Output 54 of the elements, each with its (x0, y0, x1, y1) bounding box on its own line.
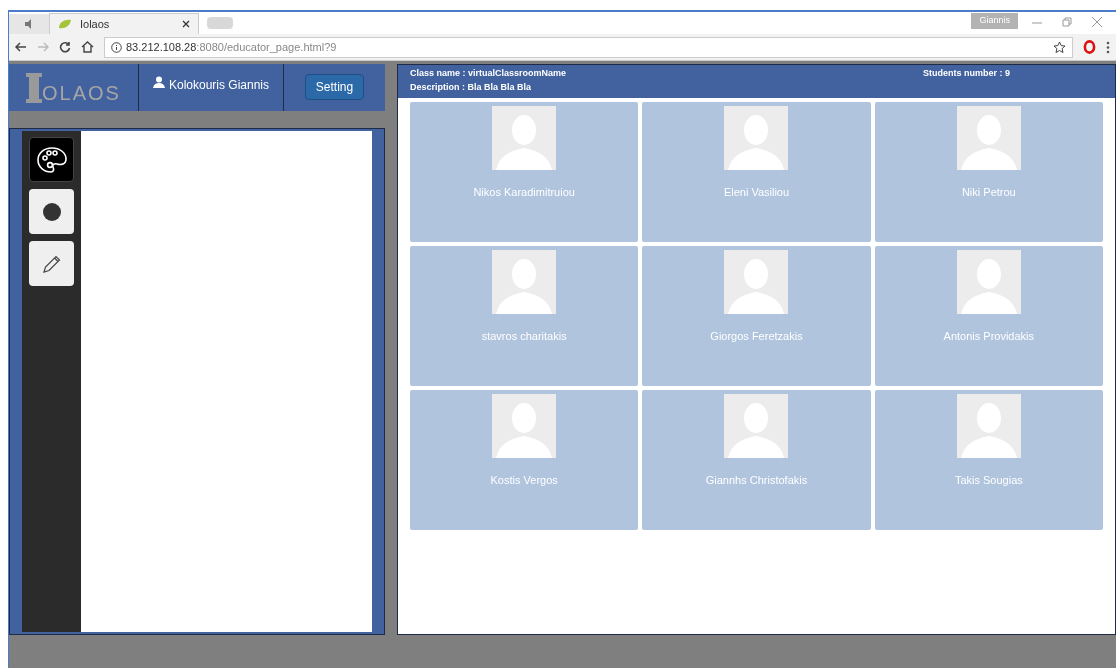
student-name: Niki Petrou (961, 185, 1016, 200)
user-icon (152, 76, 165, 88)
home-icon[interactable] (81, 41, 94, 53)
tool-button[interactable] (29, 137, 74, 182)
student-name: Kostis Vergos (490, 473, 558, 488)
avatar-placeholder (956, 394, 1021, 458)
class-name: Class name : virtualClassroomName (410, 67, 568, 80)
avatar-placeholder (956, 106, 1021, 170)
student-card[interactable]: Antonis Providakis (874, 246, 1103, 386)
student-card[interactable]: Nikos Karadimitruiou (410, 102, 639, 242)
reload-icon[interactable] (59, 41, 71, 53)
avatar-placeholder (724, 250, 789, 314)
class-description: Description : Bla Bla Bla Bla (410, 80, 533, 94)
avatar-placeholder (492, 394, 557, 458)
palette-icon (35, 145, 68, 174)
profile-name[interactable]: Giannis (971, 13, 1018, 29)
circle-icon (42, 202, 61, 221)
student-name: Giannhs Christofakis (705, 473, 808, 488)
close-icon[interactable] (182, 20, 190, 28)
opera-icon[interactable] (1083, 40, 1096, 54)
student-name: stavros charitakis (481, 329, 567, 344)
student-card[interactable]: Takis Sougias (874, 390, 1103, 530)
students-count: Students number : 9 (923, 67, 1011, 80)
tab-title: Iolaos (80, 16, 111, 32)
tool-button[interactable] (29, 189, 74, 234)
student-name: Nikos Karadimitruiou (473, 185, 575, 200)
iolaos-logo: OLAOS (26, 72, 121, 103)
student-card[interactable]: Giannhs Christofakis (642, 390, 871, 530)
student-name: Eleni Vasiliou (723, 185, 790, 200)
address-field[interactable]: 83.212.108.28:8080/educator_page.html?9 (104, 36, 1073, 58)
user-name: Kolokouris Giannis (168, 77, 270, 94)
avatar-placeholder (724, 106, 789, 170)
avatar-placeholder (956, 250, 1021, 314)
avatar-placeholder (724, 394, 789, 458)
menu-icon[interactable] (1106, 40, 1110, 54)
student-name: Giorgos Feretzakis (710, 329, 803, 344)
back-icon[interactable] (15, 41, 27, 53)
student-name: Antonis Providakis (943, 329, 1035, 344)
pencil-icon (41, 253, 62, 274)
student-card[interactable]: stavros charitakis (410, 246, 639, 386)
student-card[interactable]: Giorgos Feretzakis (642, 246, 871, 386)
setting-button[interactable]: Setting (304, 74, 365, 100)
avatar-placeholder (492, 106, 557, 170)
student-card[interactable]: Kostis Vergos (410, 390, 639, 530)
student-card[interactable]: Eleni Vasiliou (642, 102, 871, 242)
avatar-placeholder (492, 250, 557, 314)
student-name: Takis Sougias (954, 473, 1023, 488)
browser-tab[interactable]: Iolaos (49, 13, 199, 34)
speaker-icon[interactable] (24, 19, 34, 29)
url-text: 83.212.108.28:8080/educator_page.html?9 (126, 39, 337, 55)
student-card[interactable]: Niki Petrou (874, 102, 1103, 242)
leaf-icon (58, 19, 72, 29)
star-icon[interactable] (1053, 40, 1066, 54)
info-icon (111, 41, 122, 53)
